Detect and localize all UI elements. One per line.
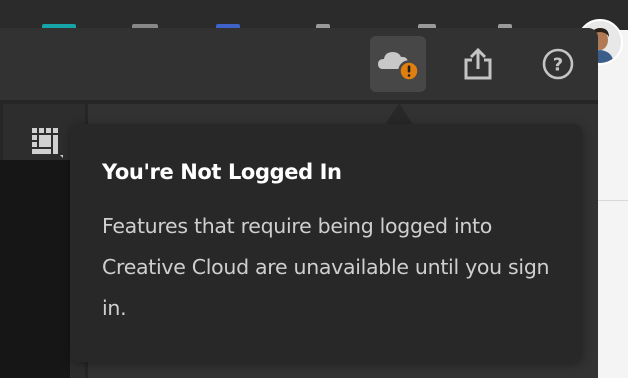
cloud-alert-icon <box>378 52 420 82</box>
tooltip-pointer <box>385 103 413 125</box>
header-toolbar: ? <box>0 28 598 100</box>
help-glyph: ? <box>553 55 563 76</box>
screen: ? You're Not Logged In Features that req… <box>0 0 628 378</box>
share-icon <box>464 47 492 80</box>
page-divider <box>598 200 628 201</box>
cloud-status-button[interactable] <box>370 36 426 92</box>
share-button[interactable] <box>450 36 506 92</box>
pixel-grid-icon <box>32 128 64 159</box>
tooltip-message: Features that require being logged into … <box>102 214 550 320</box>
browser-top-strip <box>0 0 628 30</box>
pixel-grid-tool[interactable] <box>31 127 64 159</box>
tooltip-title: You're Not Logged In <box>102 160 342 184</box>
background-page <box>598 30 628 378</box>
help-button[interactable]: ? <box>530 36 586 92</box>
login-status-tooltip: You're Not Logged In Features that requi… <box>70 124 582 362</box>
canvas-area <box>0 160 70 378</box>
help-icon: ? <box>542 48 574 80</box>
